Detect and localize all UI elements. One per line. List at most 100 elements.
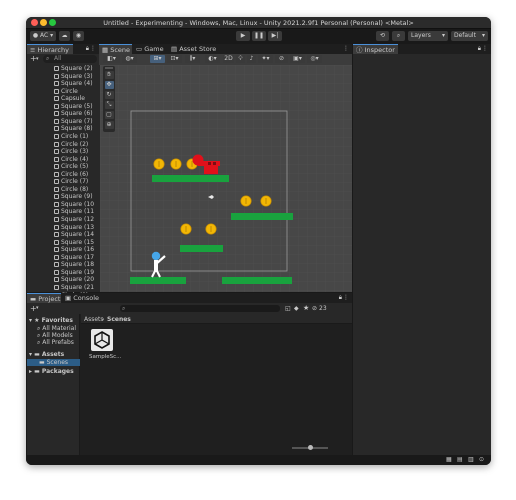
scenes-folder[interactable]: ▬ Scenes (27, 359, 80, 366)
breadcrumb-assets[interactable]: Assets (84, 316, 104, 323)
zoom-slider-thumb[interactable] (308, 445, 313, 450)
palette-grip[interactable] (105, 67, 113, 69)
scene-viewport[interactable]: ✋︎ ✥ ↻ ⤡ ▢ ⊕ (100, 65, 352, 292)
progress-icon[interactable]: ▤ (457, 456, 463, 463)
hierarchy-item[interactable]: Square (4) (54, 80, 93, 88)
hierarchy-item[interactable]: Square (2) (54, 65, 93, 73)
eye-off-icon[interactable]: ⊘ (312, 303, 317, 314)
hierarchy-item[interactable]: Square (12 (54, 216, 94, 224)
more-menu-icon[interactable]: ⋮ (343, 293, 349, 303)
render-mode-dropdown[interactable]: ◐▾ (205, 55, 220, 63)
scene-asset[interactable]: SampleSc... (89, 329, 121, 365)
hand-tool-button[interactable]: ✋︎ (104, 71, 114, 79)
packages-folder[interactable]: ▸ ▬ Packages (29, 368, 74, 375)
hierarchy-item[interactable]: Circle (6) (54, 171, 88, 179)
tab-scene[interactable]: ▦ Scene (99, 44, 132, 54)
hierarchy-item[interactable]: Square (3) (54, 73, 93, 81)
tab-console[interactable]: ▣ Console (62, 293, 102, 303)
favorite-star-icon[interactable]: ★ (303, 303, 309, 314)
hierarchy-item[interactable]: Capsule (54, 95, 85, 103)
step-button[interactable]: ▶| (268, 31, 282, 41)
hierarchy-item[interactable]: Square (11 (54, 208, 94, 216)
layers-dropdown[interactable]: Layers ▾ (408, 31, 448, 41)
lock-icon[interactable]: 🔒︎ (86, 44, 89, 54)
account-dropdown[interactable]: ● AC ▾ (30, 31, 56, 41)
hidden-objects-toggle[interactable]: ⊘ (275, 55, 288, 63)
rotate-tool-button[interactable]: ↻ (104, 91, 114, 99)
gizmo-globe-dropdown[interactable]: ◍▾ (122, 55, 137, 63)
platform[interactable] (130, 277, 186, 284)
tab-project[interactable]: ▬ Project (27, 293, 61, 303)
auto-generate-icon[interactable]: ▦ (446, 456, 452, 463)
hierarchy-item[interactable]: Circle (54, 88, 78, 96)
hierarchy-item[interactable]: Square (19 (54, 269, 94, 277)
hierarchy-item[interactable]: Square (15 (54, 239, 94, 247)
hierarchy-item[interactable]: Square (9) (54, 193, 93, 201)
filter-type-icon[interactable]: ◱ (285, 303, 291, 314)
tab-hierarchy[interactable]: ≡ Hierarchy (27, 44, 73, 54)
scale-tool-button[interactable]: ⤡ (104, 101, 114, 109)
platform[interactable] (152, 175, 229, 182)
hierarchy-search-input[interactable]: ⌕ All (43, 55, 97, 63)
platform[interactable] (222, 277, 292, 284)
hierarchy-item[interactable]: Circle (8) (54, 186, 88, 194)
hierarchy-item[interactable]: Circle (2) (54, 141, 88, 149)
breadcrumb-scenes[interactable]: Scenes (107, 316, 131, 323)
favorites-header[interactable]: ▾ ★ Favorites (29, 317, 73, 324)
platform[interactable] (231, 213, 293, 220)
increment-snap-dropdown[interactable]: ⫼▾ (185, 55, 200, 63)
camera-dropdown[interactable]: ▣▾ (290, 55, 305, 63)
draw-mode-dropdown[interactable]: ◧▾ (103, 55, 120, 63)
gizmos-dropdown[interactable]: ◎▾ (307, 55, 322, 63)
cloud-button[interactable]: ☁ (59, 31, 70, 41)
audio-toggle[interactable]: ♪ (247, 55, 256, 63)
hierarchy-item[interactable]: Square (7) (54, 118, 93, 126)
settings-icon[interactable]: ⊙ (479, 456, 484, 463)
lock-icon[interactable]: 🔒︎ (478, 44, 481, 54)
chevron-down-icon[interactable]: ▾ (36, 304, 39, 313)
pivot-dropdown[interactable]: ⊞▾ (150, 55, 165, 63)
hierarchy-item[interactable]: Square (13 (54, 224, 94, 232)
hierarchy-item[interactable]: Square (10 (54, 201, 94, 209)
hierarchy-item[interactable]: Square (21 (54, 284, 94, 292)
lighting-toggle[interactable]: 💡︎ (236, 55, 245, 63)
collab-button[interactable]: ◉ (73, 31, 84, 41)
search-toolbar-button[interactable]: ⌕ (392, 31, 405, 41)
hierarchy-item[interactable]: Circle (3) (54, 148, 88, 156)
pause-button[interactable]: ❚❚ (252, 31, 266, 41)
scene-canvas[interactable] (100, 65, 352, 292)
hierarchy-item[interactable]: Circle (4) (54, 156, 88, 164)
debug-icon[interactable]: ▥ (468, 456, 474, 463)
tab-asset-store[interactable]: ▤ Asset Store (168, 44, 218, 54)
hierarchy-item[interactable]: Circle (1) (54, 133, 88, 141)
hierarchy-item[interactable]: Square (5) (54, 103, 93, 111)
hierarchy-item[interactable]: Square (14 (54, 231, 94, 239)
hierarchy-item[interactable]: Square (16 (54, 246, 94, 254)
2d-toggle[interactable]: 2D (223, 55, 234, 63)
rect-tool-button[interactable]: ▢ (104, 111, 114, 119)
tab-inspector[interactable]: ⓘ Inspector (353, 44, 398, 54)
play-button[interactable]: ▶ (236, 31, 250, 41)
more-menu-icon[interactable]: ⋮ (482, 44, 488, 54)
hierarchy-item[interactable]: Square (8) (54, 125, 93, 133)
effects-dropdown[interactable]: ✦▾ (258, 55, 273, 63)
lock-icon[interactable]: 🔒︎ (339, 293, 342, 303)
hierarchy-item[interactable]: Square (17 (54, 254, 94, 262)
hierarchy-item[interactable]: Circle (7) (54, 178, 88, 186)
favorite-item[interactable]: ⌕ All Prefabs (37, 339, 74, 347)
more-menu-icon[interactable]: ⋮ (343, 44, 349, 54)
chevron-down-icon[interactable]: ▾ (36, 55, 39, 63)
transform-tool-button[interactable]: ⊕ (104, 121, 114, 129)
filter-label-icon[interactable]: ◆ (294, 303, 299, 314)
hierarchy-item[interactable]: Square (6) (54, 110, 93, 118)
layout-dropdown[interactable]: Default ▾ (451, 31, 488, 41)
hierarchy-item[interactable]: Square (20 (54, 276, 94, 284)
project-search-input[interactable]: ⌕ (120, 305, 280, 312)
assets-folder[interactable]: ▾ ▬ Assets (29, 351, 64, 358)
grid-snap-dropdown[interactable]: ⊡▾ (167, 55, 182, 63)
history-button[interactable]: ⟲ (376, 31, 389, 41)
platform[interactable] (180, 245, 223, 252)
hierarchy-item[interactable]: Circle (5) (54, 163, 88, 171)
hierarchy-item[interactable]: Square (18 (54, 261, 94, 269)
more-menu-icon[interactable]: ⋮ (90, 44, 96, 54)
